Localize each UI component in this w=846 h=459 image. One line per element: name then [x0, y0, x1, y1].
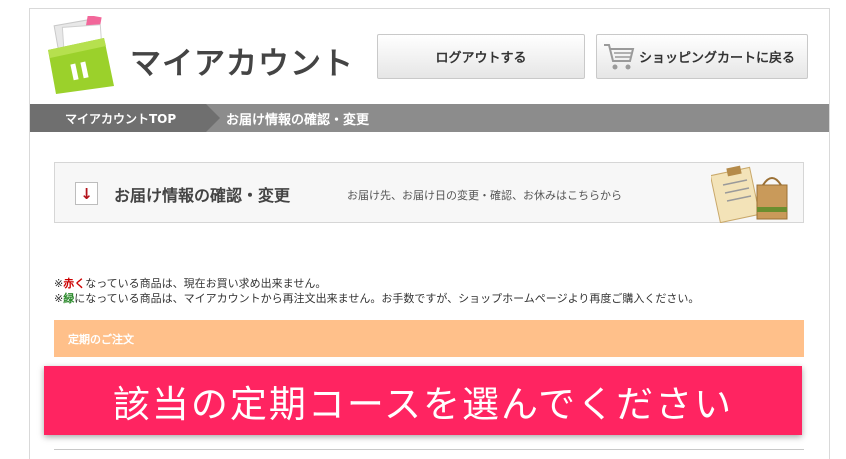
arrow-down-icon: ↓ — [75, 182, 98, 205]
note-red-keyword: 赤く — [63, 277, 86, 290]
note-red-prefix: ※ — [54, 277, 64, 290]
note-green-prefix: ※ — [54, 292, 64, 305]
back-to-cart-button[interactable]: ショッピングカートに戻る — [596, 34, 808, 79]
page-title: マイアカウント — [130, 46, 354, 82]
delivery-info-box: ↓ お届け情報の確認・変更 お届け先、お届け日の変更・確認、お休みはこちらから — [54, 162, 804, 224]
note-green-text: になっている商品は、マイアカウントから再注文出来ません。お手数ですが、ショップホ… — [74, 292, 700, 305]
breadcrumb: マイアカウントTOP お届け情報の確認・変更 — [30, 104, 829, 132]
delivery-info-subtitle: お届け先、お届け日の変更・確認、お休みはこちらから — [347, 189, 622, 202]
divider — [54, 449, 804, 450]
logout-button[interactable]: ログアウトする — [377, 34, 585, 79]
subscription-order-header: 定期のご注文 — [54, 320, 804, 357]
notes: ※赤くなっている商品は、現在お買い求め出来ません。 ※緑になっている商品は、マイ… — [54, 276, 699, 306]
note-green-keyword: 緑 — [63, 292, 75, 305]
folder-icon — [44, 14, 116, 94]
shopping-cart-icon — [602, 41, 636, 73]
note-red-text: なっている商品は、現在お買い求め出来ません。 — [85, 277, 327, 290]
note-green: ※緑になっている商品は、マイアカウントから再注文出来ません。お手数ですが、ショッ… — [54, 291, 699, 306]
logout-label: ログアウトする — [435, 51, 527, 66]
breadcrumb-mypage-top[interactable]: マイアカウントTOP — [30, 104, 206, 132]
breadcrumb-current: お届け情報の確認・変更 — [226, 112, 370, 128]
back-to-cart-label: ショッピングカートに戻る — [639, 51, 796, 66]
select-course-banner: 該当の定期コースを選んでください — [44, 366, 802, 435]
note-red: ※赤くなっている商品は、現在お買い求め出来ません。 — [54, 276, 699, 291]
clipboard-bag-icon — [709, 165, 793, 224]
delivery-info-title: お届け情報の確認・変更 — [114, 186, 291, 205]
breadcrumb-separator — [206, 104, 220, 132]
